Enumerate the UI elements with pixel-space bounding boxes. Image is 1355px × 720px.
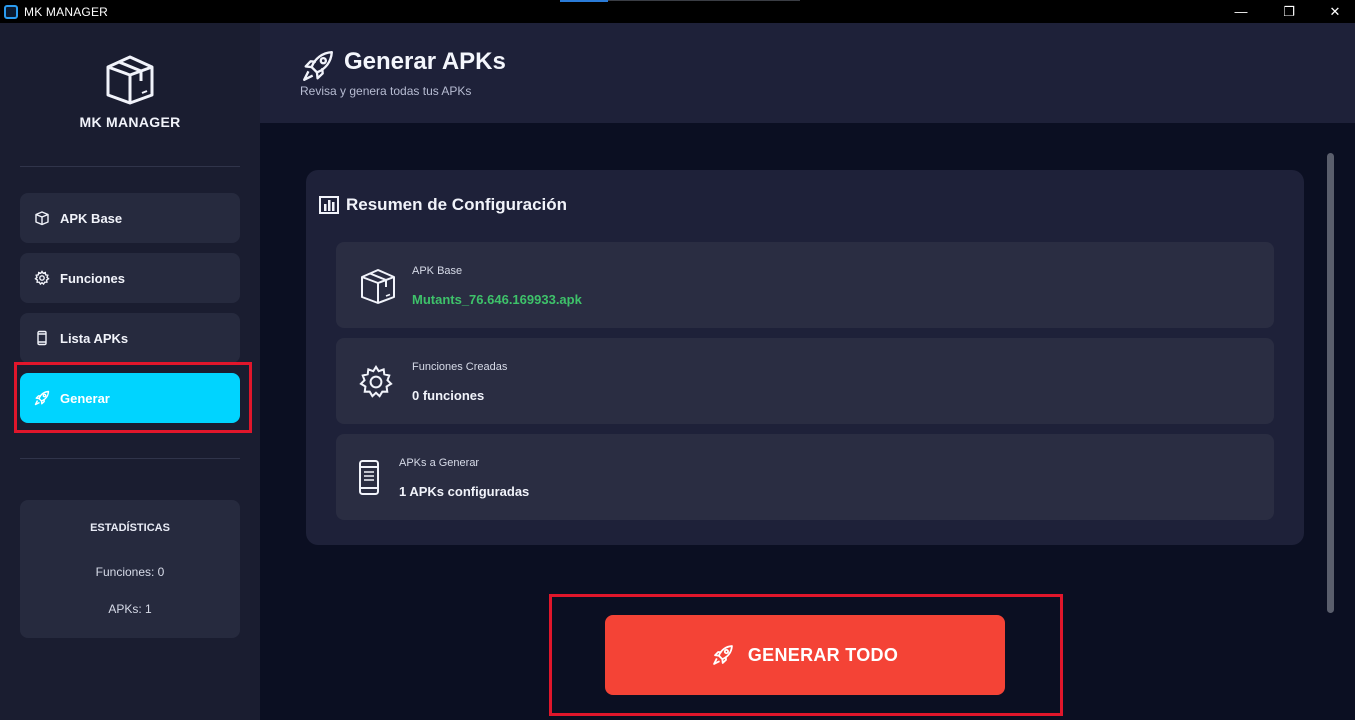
rocket-icon (301, 49, 335, 83)
sidebar-item-funciones[interactable]: Funciones (20, 253, 240, 303)
row-value-apk-file: Mutants_76.646.169933.apk (412, 292, 582, 307)
title-accent-line-2 (608, 0, 800, 1)
page-title: Generar APKs (344, 48, 506, 75)
row-label: Funciones Creadas (412, 361, 508, 373)
sidebar-item-label: Lista APKs (60, 330, 129, 346)
sidebar-item-label: Funciones (60, 270, 126, 286)
minimize-button[interactable]: — (1218, 0, 1264, 23)
row-value-apks: 1 APKs configuradas (399, 484, 530, 499)
rocket-icon (712, 644, 734, 666)
package-logo-icon (102, 51, 158, 107)
highlight-frame-generar (14, 362, 252, 433)
phone-icon (34, 330, 50, 346)
page-subtitle: Revisa y genera todas tus APKs (300, 84, 472, 98)
row-label: APK Base (412, 265, 463, 277)
sidebar: MK MANAGER APK Base Funciones Lista APKs… (0, 23, 260, 720)
gear-icon (358, 364, 398, 404)
package-icon (34, 210, 50, 226)
maximize-button[interactable]: ❐ (1266, 0, 1312, 23)
sidebar-item-lista-apks[interactable]: Lista APKs (20, 313, 240, 363)
gear-icon (34, 270, 50, 286)
page-header: Generar APKs Revisa y genera todas tus A… (260, 23, 1355, 123)
stats-apks: APKs: 1 (108, 602, 152, 616)
bar-chart-icon (319, 195, 339, 215)
sidebar-item-apk-base[interactable]: APK Base (20, 193, 240, 243)
title-accent-line (560, 0, 608, 2)
row-value-funciones: 0 funciones (412, 388, 485, 403)
phone-icon (356, 459, 396, 499)
stats-title: ESTADÍSTICAS (90, 522, 170, 534)
generate-all-label: GENERAR TODO (747, 644, 899, 665)
title-bar: MK MANAGER (0, 0, 1355, 23)
stats-funciones: Funciones: 0 (95, 565, 165, 579)
summary-row-funciones: Funciones Creadas 0 funciones (336, 338, 1274, 424)
scrollbar[interactable] (1327, 153, 1334, 613)
row-label: APKs a Generar (399, 457, 480, 469)
main-content: Resumen de Configuración APK Base Mutant… (260, 123, 1355, 720)
sidebar-divider-top (20, 166, 240, 167)
package-icon (358, 266, 398, 306)
close-button[interactable]: ✕ (1312, 0, 1355, 23)
sidebar-item-label: APK Base (60, 210, 123, 226)
app-icon (4, 4, 18, 19)
logo-title: MK MANAGER (79, 114, 181, 130)
summary-title-text: Resumen de Configuración (346, 195, 568, 214)
summary-title: Resumen de Configuración (319, 195, 567, 215)
summary-row-apk-base: APK Base Mutants_76.646.169933.apk (336, 242, 1274, 328)
summary-row-apks: APKs a Generar 1 APKs configuradas (336, 434, 1274, 520)
sidebar-divider-bottom (20, 458, 240, 459)
generate-all-button[interactable]: GENERAR TODO (605, 615, 1005, 695)
stats-panel: ESTADÍSTICAS Funciones: 0 APKs: 1 (20, 500, 240, 638)
window-title: MK MANAGER (24, 4, 109, 19)
